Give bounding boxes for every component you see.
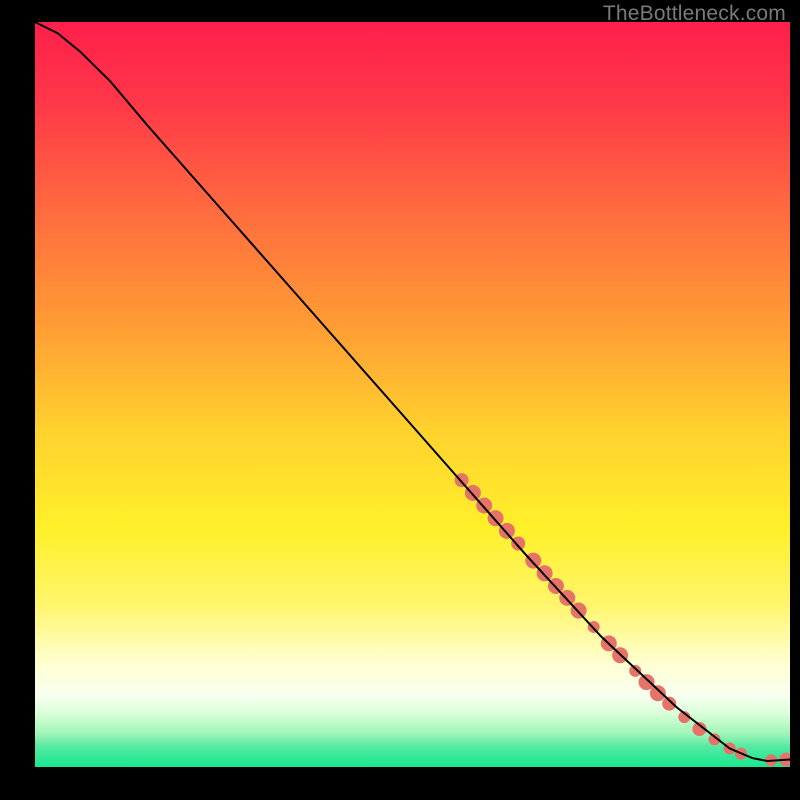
plot-area [35, 22, 790, 767]
data-marker [650, 685, 666, 701]
data-marker [629, 665, 641, 677]
chart-stage: TheBottleneck.com [0, 0, 800, 800]
bottleneck-curve [35, 22, 790, 761]
data-marker [511, 537, 525, 551]
data-marker [525, 553, 541, 569]
data-marker [499, 523, 515, 539]
chart-svg [35, 22, 790, 767]
marker-group [455, 473, 790, 766]
